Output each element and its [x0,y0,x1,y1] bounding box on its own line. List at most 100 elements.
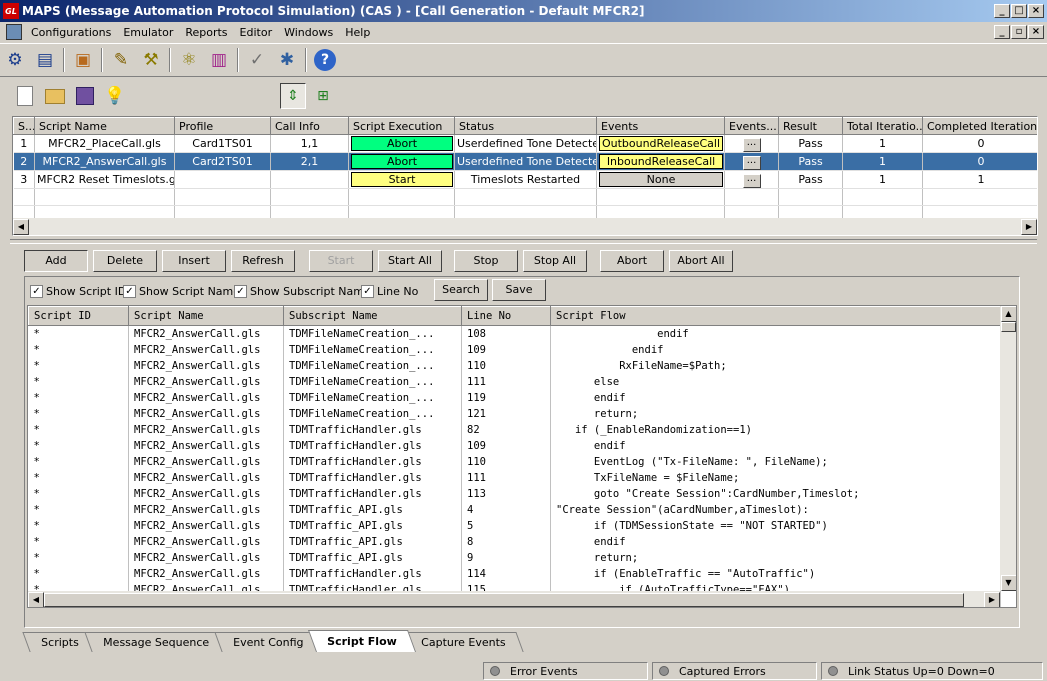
mdi-close-button[interactable]: × [1028,25,1044,39]
refresh-button[interactable]: Refresh [231,250,295,272]
status-error-events[interactable]: Error Events [483,662,648,680]
profile-icon[interactable]: ⚛ [176,47,202,73]
scroll-left-icon[interactable]: ◀ [13,218,29,235]
col-header[interactable]: Completed Iterations [922,117,1037,135]
flow-row[interactable]: * MFCR2_AnswerCall.gls TDMFileNameCreation… [28,405,1001,422]
maximize-button[interactable]: □ [1011,4,1027,18]
flow-row[interactable]: * MFCR2_AnswerCall.gls TDMFileNameCreation… [28,373,1001,390]
col-header[interactable]: Script Flow [550,306,1001,326]
delete-button[interactable]: Delete [93,250,157,272]
open-folder-icon[interactable] [42,83,68,109]
script-edit-icon[interactable]: ✎ [108,47,134,73]
flow-row[interactable]: * MFCR2_AnswerCall.gls TDMFileNameCreation… [28,357,1001,374]
search-button[interactable]: Search [434,279,488,301]
col-header[interactable]: Events... [724,117,779,135]
start-script-button[interactable]: Start [351,172,453,187]
col-header[interactable]: S... [13,117,35,135]
show-subscript-name-checkbox[interactable]: ✓ Show Subscript Name [234,285,371,298]
notebook-icon[interactable]: ▤ [32,47,58,73]
abort-all-button[interactable]: Abort All [669,250,733,272]
mdi-restore-button[interactable]: ▫ [1011,25,1027,39]
line-no-checkbox[interactable]: ✓ Line No [361,285,418,298]
flow-row[interactable]: * MFCR2_AnswerCall.gls TDMFileNameCreation… [28,389,1001,406]
event-button[interactable]: InboundReleaseCall [599,154,723,169]
close-button[interactable]: × [1028,4,1044,18]
menu-help[interactable]: Help [339,26,376,39]
insert-button[interactable]: Insert [162,250,226,272]
mdi-minimize-button[interactable]: _ [994,25,1010,39]
new-file-icon[interactable] [12,83,38,109]
menu-reports[interactable]: Reports [179,26,233,39]
col-header[interactable]: Script Name [34,117,175,135]
tab-script-flow[interactable]: Script Flow [307,630,416,652]
col-header[interactable]: Profile [174,117,271,135]
event-button[interactable]: None [599,172,723,187]
flow-row[interactable]: *MFCR2_AnswerCall.glsTDMTrafficHandler.g… [28,469,1001,486]
abort-script-button[interactable]: Abort [351,136,453,151]
col-header[interactable]: Script Execution [348,117,455,135]
minimize-button[interactable]: _ [994,4,1010,18]
table-row[interactable]: 3 MFCR2 Reset Timeslots.gls Start Timesl… [13,170,1037,189]
col-header[interactable]: Subscript Name [283,306,462,326]
flow-row[interactable]: *MFCR2_AnswerCall.glsTDMTrafficHandler.g… [28,437,1001,454]
menu-editor[interactable]: Editor [234,26,279,39]
show-script-name-checkbox[interactable]: ✓ Show Script Name [123,285,240,298]
events-browse-button[interactable]: ... [742,174,761,188]
col-header[interactable]: Script Name [128,306,284,326]
tab-event-config[interactable]: Event Config [213,632,322,652]
events-browse-button[interactable]: ... [742,138,761,152]
save-icon[interactable] [72,83,98,109]
flow-table-vscroll[interactable]: ▲ ▼ [1000,306,1016,591]
script-table-hscroll[interactable]: ◀ ▶ [13,218,1037,235]
col-header[interactable]: Events [596,117,725,135]
abort-script-button[interactable]: Abort [351,154,453,169]
scroll-right-icon[interactable]: ▶ [1021,218,1037,235]
col-header[interactable]: Total Iteratio... [842,117,923,135]
flow-row[interactable]: * MFCR2_AnswerCall.gls TDMTraffic_API.gls 5… [28,517,1001,534]
flow-row[interactable]: * MFCR2_AnswerCall.gls TDMTraffic_API.gls 4… [28,501,1001,518]
tree-layout-icon[interactable]: ⊞ [310,83,336,109]
tools-icon[interactable]: ✱ [274,47,300,73]
col-header[interactable]: Line No [461,306,551,326]
flow-row[interactable]: *MFCR2_AnswerCall.glsTDMTrafficHandler.g… [28,421,1001,438]
tab-capture-events[interactable]: Capture Events [401,632,524,652]
table-row[interactable]: 1 MFCR2_PlaceCall.gls Card1TS01 1,1 Abor… [13,134,1037,153]
flow-row[interactable]: * MFCR2_AnswerCall.gls TDMFileNameCreation… [28,325,1001,342]
wrench-icon[interactable]: ✓ [244,47,270,73]
help-icon[interactable]: ? [312,47,338,73]
briefcase-icon[interactable]: ▣ [70,47,96,73]
event-button[interactable]: OutboundReleaseCall [599,136,723,151]
col-header[interactable]: Result [778,117,843,135]
col-header[interactable]: Script ID [28,306,129,326]
add-button[interactable]: Add [24,250,88,272]
scroll-up-icon[interactable]: ▲ [1000,306,1016,322]
col-header[interactable]: Status [454,117,597,135]
status-link[interactable]: Link Status Up=0 Down=0 [821,662,1043,680]
save-button[interactable]: Save [492,279,546,301]
scroll-thumb[interactable] [44,592,964,607]
col-header[interactable]: Call Info [270,117,349,135]
lightbulb-icon[interactable]: 💡 [102,83,128,109]
flow-row[interactable]: * MFCR2_AnswerCall.gls TDMFileNameCreation… [28,341,1001,358]
pane-splitter[interactable] [10,239,1037,244]
vertical-layout-icon[interactable]: ⇕ [280,83,306,109]
gear-icon[interactable]: ⚙ [2,47,28,73]
flow-row[interactable]: *MFCR2_AnswerCall.glsTDMTrafficHandler.g… [28,565,1001,582]
menu-windows[interactable]: Windows [278,26,339,39]
books-icon[interactable]: ▥ [206,47,232,73]
flow-table-hscroll[interactable]: ◀ ▶ [28,591,1000,607]
menu-emulator[interactable]: Emulator [117,26,179,39]
start-all-button[interactable]: Start All [378,250,442,272]
stop-all-button[interactable]: Stop All [523,250,587,272]
scroll-thumb[interactable] [1001,322,1016,332]
table-row-selected[interactable]: 2 MFCR2_AnswerCall.gls Card2TS01 2,1 Abo… [13,152,1037,171]
start-button[interactable]: Start [309,250,373,272]
flow-row[interactable]: * MFCR2_AnswerCall.gls TDMTraffic_API.gls 9… [28,549,1001,566]
script-run-icon[interactable]: ⚒ [138,47,164,73]
scroll-down-icon[interactable]: ▼ [1000,575,1016,591]
flow-row[interactable]: *MFCR2_AnswerCall.glsTDMTrafficHandler.g… [28,453,1001,470]
menu-configurations[interactable]: Configurations [25,26,117,39]
scroll-left-icon[interactable]: ◀ [28,591,44,607]
abort-button[interactable]: Abort [600,250,664,272]
flow-row[interactable]: *MFCR2_AnswerCall.glsTDMTrafficHandler.g… [28,485,1001,502]
